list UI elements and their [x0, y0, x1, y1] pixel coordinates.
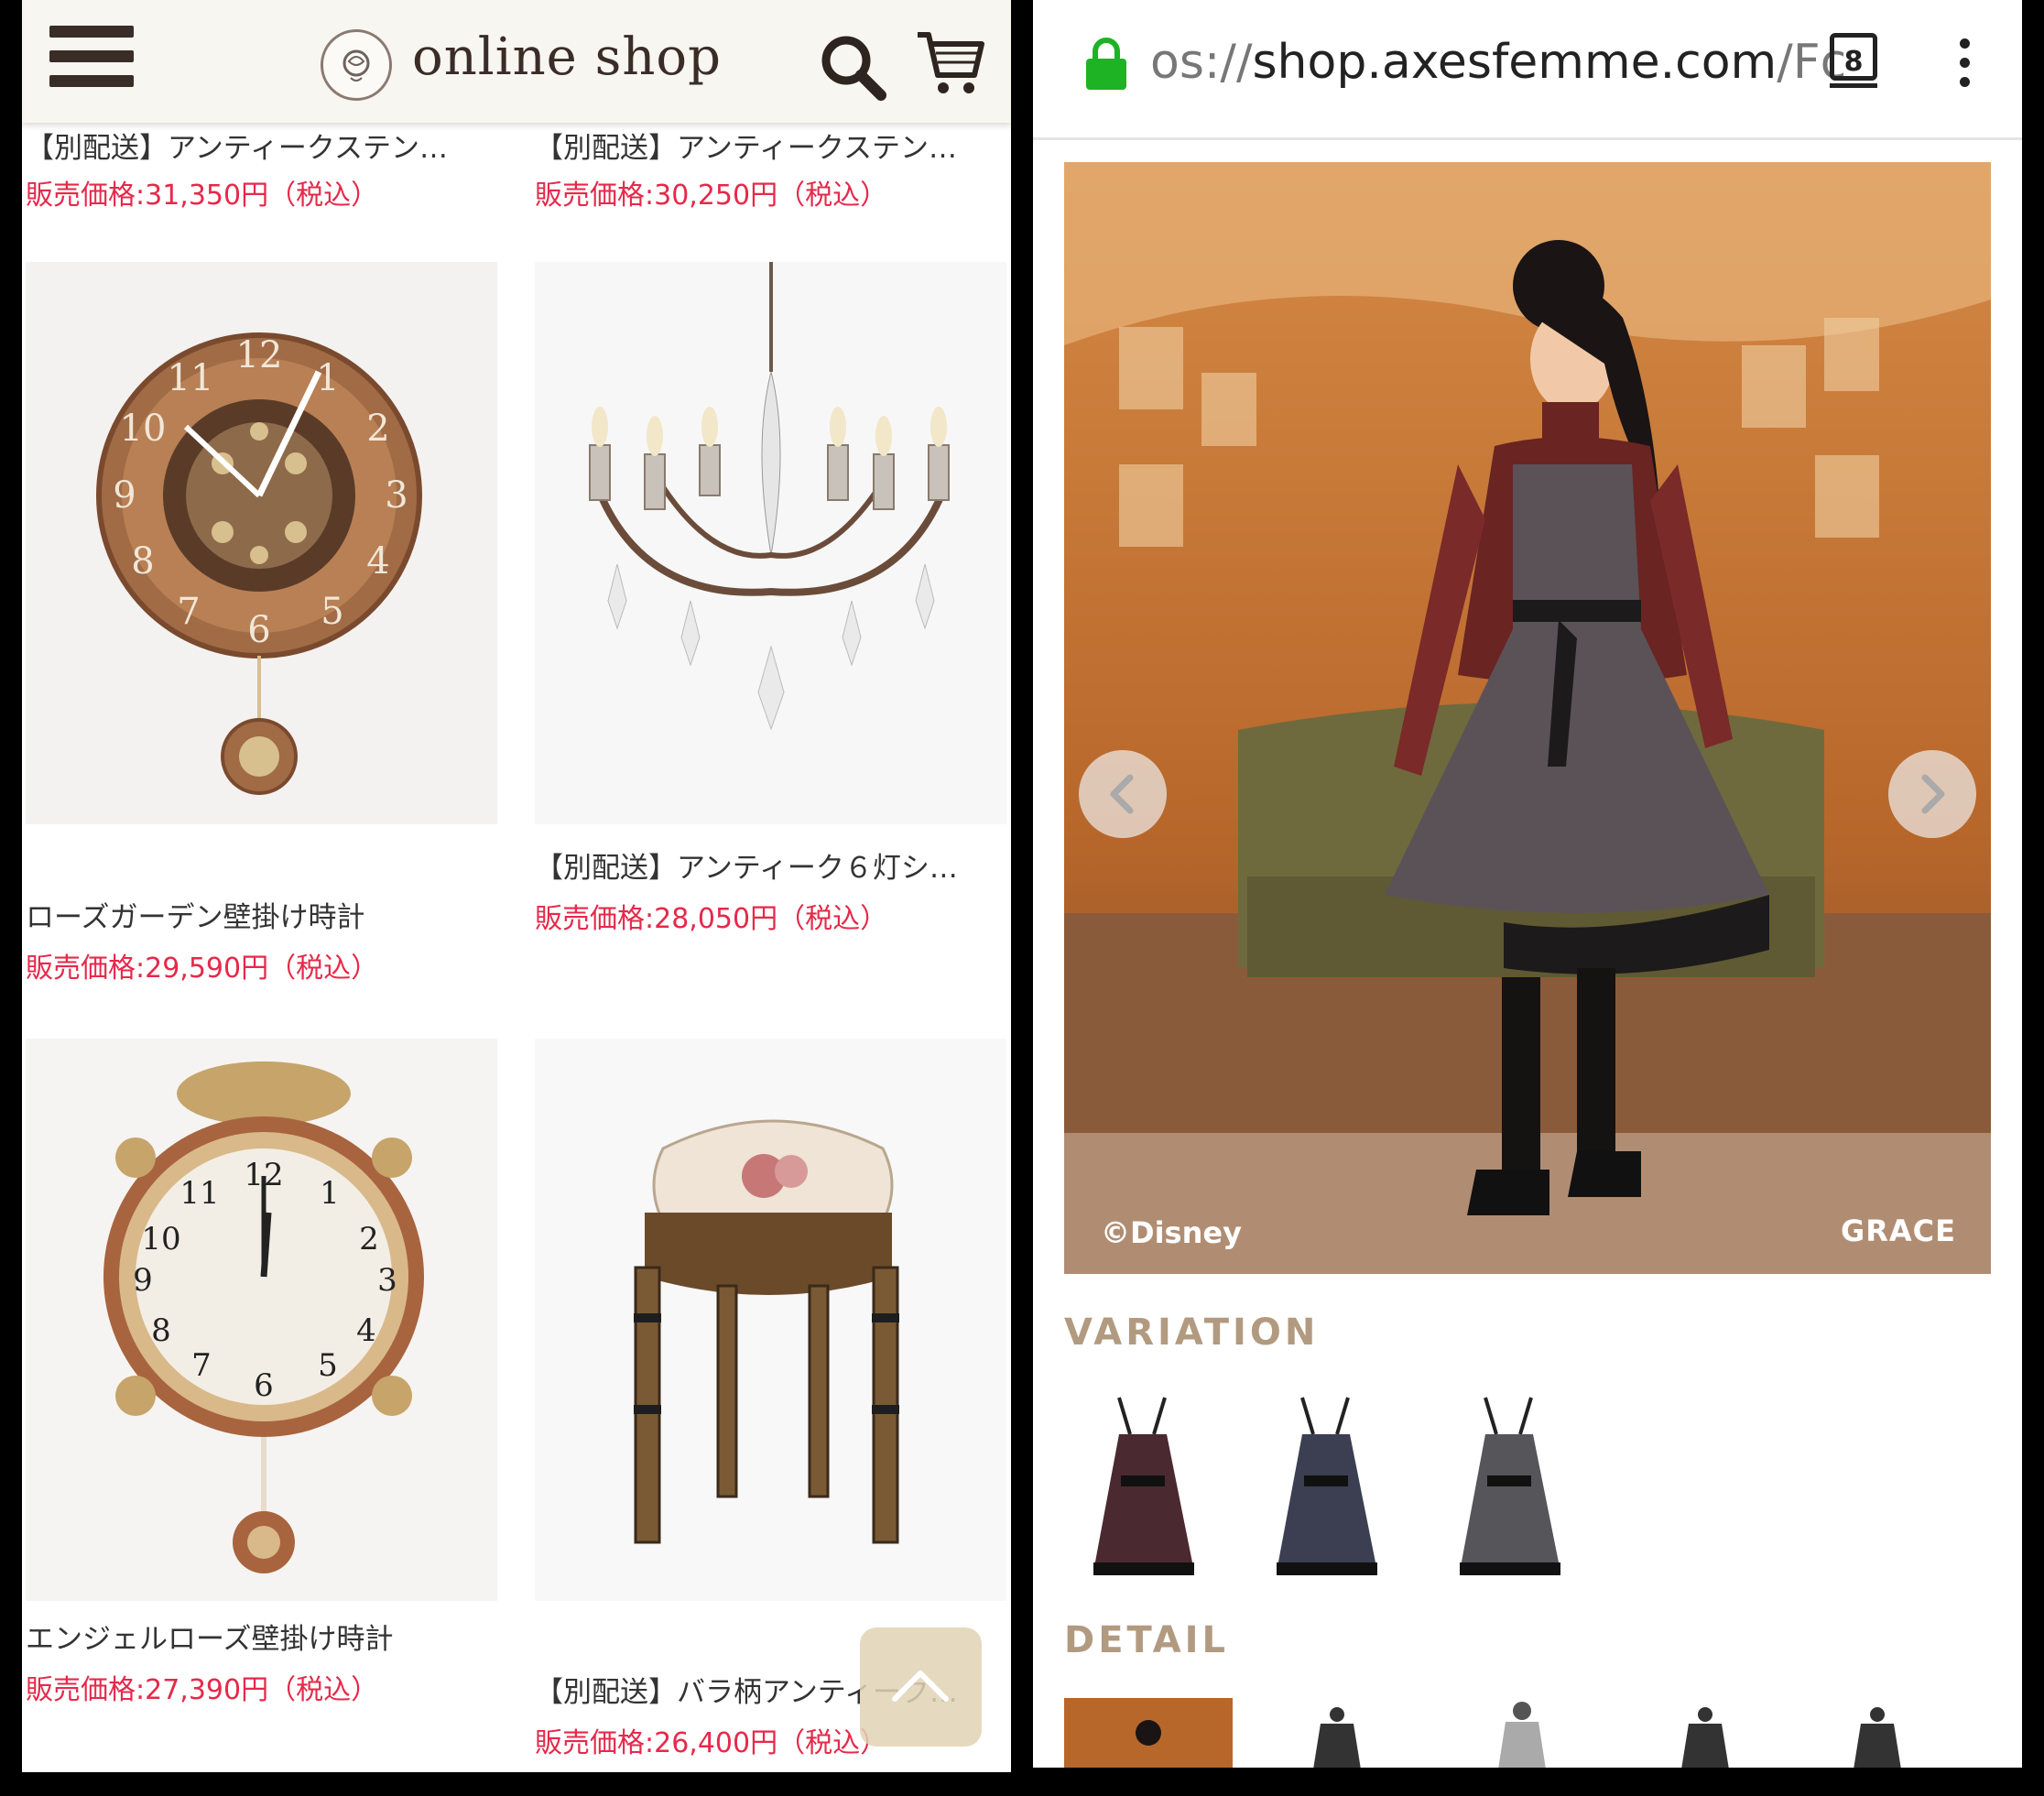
svg-text:4: 4	[356, 1312, 376, 1349]
svg-text:9: 9	[133, 1262, 153, 1299]
url-text[interactable]: os://shop.axesfemme.com/Fc	[1150, 35, 1919, 90]
brand-label: GRACE	[1840, 1214, 1956, 1248]
variation-list	[1064, 1388, 1614, 1599]
product-price: 販売価格:26,400円（税込）	[535, 1727, 888, 1759]
detail-thumb[interactable]	[1313, 1707, 1361, 1768]
svg-text:11: 11	[179, 1175, 219, 1212]
detail-thumb[interactable]	[1681, 1707, 1729, 1768]
product-image-rose-garden-clock[interactable]: 12 1 2 3 45 6 78 9 10 11	[26, 262, 497, 824]
product-image-rose-stool[interactable]	[535, 1039, 1006, 1601]
svg-text:11: 11	[168, 357, 214, 399]
variation-thumb-navy[interactable]	[1277, 1397, 1377, 1575]
chevron-left-icon	[1110, 774, 1134, 814]
product-price: 販売価格:30,250円（税込）	[535, 180, 888, 212]
tab-switcher-button[interactable]: 8	[1830, 33, 1877, 88]
svg-text:3: 3	[385, 474, 408, 517]
svg-text:2: 2	[359, 1221, 379, 1257]
rose-logo-icon	[321, 29, 392, 101]
product-image-chandelier[interactable]	[535, 262, 1006, 824]
svg-text:3: 3	[377, 1262, 397, 1299]
cart-icon[interactable]	[914, 27, 987, 104]
product-name[interactable]: エンジェルローズ壁掛け時計	[26, 1616, 525, 1657]
svg-text:7: 7	[177, 591, 200, 633]
lock-icon	[1084, 37, 1128, 95]
svg-text:2: 2	[366, 408, 389, 450]
product-price: 販売価格:29,590円（税込）	[26, 952, 379, 985]
svg-text:9: 9	[113, 474, 136, 517]
overflow-menu-icon[interactable]	[1960, 38, 1973, 96]
detail-thumb-strip	[1064, 1696, 1991, 1768]
svg-text:6: 6	[247, 609, 270, 651]
svg-text:1: 1	[316, 357, 339, 399]
svg-text:4: 4	[366, 540, 389, 582]
url-scheme: os://	[1150, 35, 1253, 90]
svg-text:1: 1	[320, 1175, 340, 1212]
browser-url-bar[interactable]: os://shop.axesfemme.com/Fc 8	[1033, 0, 2022, 140]
detail-thumb[interactable]	[1498, 1702, 1546, 1768]
shop-logo-text[interactable]: online shop	[412, 27, 722, 87]
product-price: 販売価格:31,350円（税込）	[26, 180, 379, 212]
chevron-right-icon	[1921, 774, 1945, 814]
svg-text:5: 5	[318, 1347, 338, 1384]
copyright-label: ©Disney	[1101, 1215, 1242, 1250]
carousel-next-button[interactable]	[1888, 750, 1976, 838]
product-price: 販売価格:28,050円（税込）	[535, 903, 888, 935]
variation-heading: VARIATION	[1064, 1312, 1320, 1354]
detail-thumb[interactable]	[1854, 1707, 1901, 1768]
browser-panel: os://shop.axesfemme.com/Fc 8 ©Disney GRA…	[1033, 0, 2022, 1768]
carousel-prev-button[interactable]	[1079, 750, 1167, 838]
svg-text:10: 10	[141, 1221, 180, 1257]
product-name[interactable]: 【別配送】アンティークステン…	[26, 125, 525, 166]
svg-text:12: 12	[236, 334, 283, 376]
svg-text:5: 5	[321, 591, 343, 633]
shop-panel: online shop 【別配送】アンティークステン… 販売価格:31,350円…	[22, 0, 1011, 1772]
product-hero-image[interactable]: ©Disney GRACE	[1064, 162, 1991, 1274]
svg-text:8: 8	[131, 540, 154, 582]
product-name[interactable]: 【別配送】アンティーク６灯シ…	[535, 844, 1006, 886]
shop-header: online shop	[22, 0, 1011, 123]
svg-text:10: 10	[120, 408, 167, 450]
variation-thumb-grey[interactable]	[1460, 1397, 1560, 1575]
variation-thumb-burgundy[interactable]	[1093, 1397, 1194, 1575]
product-name[interactable]: ローズガーデン壁掛け時計	[26, 894, 525, 935]
svg-text:8: 8	[151, 1312, 171, 1349]
chevron-up-icon	[892, 1671, 949, 1702]
detail-heading: DETAIL	[1064, 1619, 1230, 1661]
svg-text:6: 6	[254, 1367, 274, 1404]
product-price: 販売価格:27,390円（税込）	[26, 1674, 379, 1706]
svg-text:7: 7	[191, 1347, 212, 1384]
hamburger-menu-icon[interactable]	[49, 26, 134, 88]
product-name[interactable]: 【別配送】アンティークステン…	[535, 125, 1006, 166]
search-icon[interactable]	[817, 31, 890, 108]
url-host: shop.axesfemme.com	[1252, 35, 1778, 90]
scroll-to-top-button[interactable]	[860, 1627, 982, 1747]
product-image-angel-rose-clock[interactable]: 12 1 2 345 678 9 10 11	[26, 1039, 497, 1601]
